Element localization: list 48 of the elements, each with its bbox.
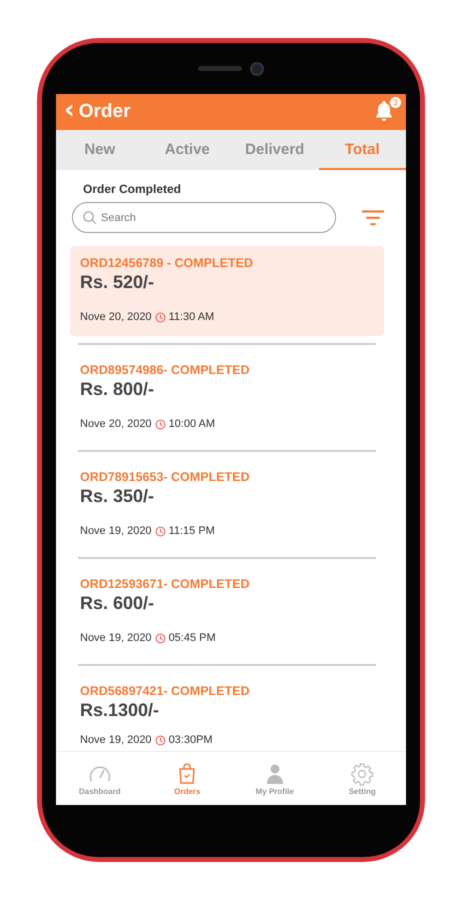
order-date: Nove 19, 2020 — [80, 734, 152, 746]
search-icon — [82, 210, 97, 225]
nav-tab[interactable]: My Profile — [231, 752, 318, 805]
tab[interactable]: Total — [318, 130, 406, 170]
clock-icon — [154, 734, 166, 746]
camera-lens — [250, 62, 264, 76]
clock-icon — [154, 312, 166, 322]
order-date: Nove 19, 2020 — [80, 525, 152, 537]
order-status: ORD89574986- COMPLETED — [80, 363, 251, 377]
order-date: Nove 20, 2020 — [80, 418, 152, 430]
clock-icon — [154, 418, 166, 430]
order-date: Nove 19, 2020 — [80, 632, 152, 644]
section-title: Order Completed — [83, 182, 182, 196]
order-time: 05:45 PM — [168, 632, 216, 644]
clock-icon — [154, 632, 166, 644]
order-card[interactable]: ORD78915653- COMPLETED Rs. 350/- Nove 19, 2020 11:15 PM — [70, 460, 384, 550]
filter-icon[interactable] — [362, 208, 384, 228]
back-button[interactable]: ‹ — [64, 97, 79, 127]
order-card[interactable]: ORD12456789 - COMPLETED Rs. 520/- Nove 20, 2020 11:30 AM — [70, 246, 384, 336]
order-status: ORD56897421- COMPLETED — [80, 684, 251, 698]
order-card[interactable]: ORD12593671- COMPLETED Rs. 600/- Nove 19, 2020 05:45 PM — [70, 567, 384, 657]
tab[interactable]: Deliverd — [231, 130, 318, 170]
order-card[interactable]: ORD89574986- COMPLETED Rs. 800/- Nove 20, 2020 10:00 AM — [70, 353, 384, 443]
page-title: Order — [78, 101, 130, 123]
clock-icon — [154, 526, 166, 536]
order-amount: Rs.1300/- — [80, 700, 160, 721]
order-time: 10:00 AM — [168, 418, 216, 430]
order-status: ORD12456789 - COMPLETED — [80, 256, 254, 270]
order-date: Nove 20, 2020 — [80, 311, 152, 323]
order-card[interactable]: ORD56897421- COMPLETED Rs.1300/- Nove 19, 2020 03:30PM — [70, 674, 384, 750]
order-amount: Rs. 800/- — [80, 379, 156, 400]
settings-icon — [350, 762, 374, 786]
tab[interactable]: New — [56, 130, 144, 170]
nav-tab[interactable]: Orders — [144, 752, 231, 805]
order-time: 11:15 PM — [168, 525, 215, 537]
order-amount: Rs. 350/- — [80, 486, 156, 507]
order-time: 11:30 AM — [168, 311, 214, 323]
order-time: 03:30PM — [168, 734, 213, 746]
nav-tab[interactable]: Setting — [318, 752, 406, 805]
speaker-grille — [198, 66, 242, 71]
order-amount: Rs. 520/- — [80, 272, 156, 293]
tab[interactable]: Active — [144, 130, 231, 170]
order-status: ORD78915653- COMPLETED — [80, 470, 251, 484]
search-field[interactable]: Search — [72, 202, 336, 233]
nav-tab[interactable]: Dashboard — [56, 752, 144, 805]
notification-badge: 3 — [390, 97, 401, 108]
order-status: ORD12593671- COMPLETED — [80, 577, 251, 591]
order-amount: Rs. 600/- — [80, 593, 156, 614]
